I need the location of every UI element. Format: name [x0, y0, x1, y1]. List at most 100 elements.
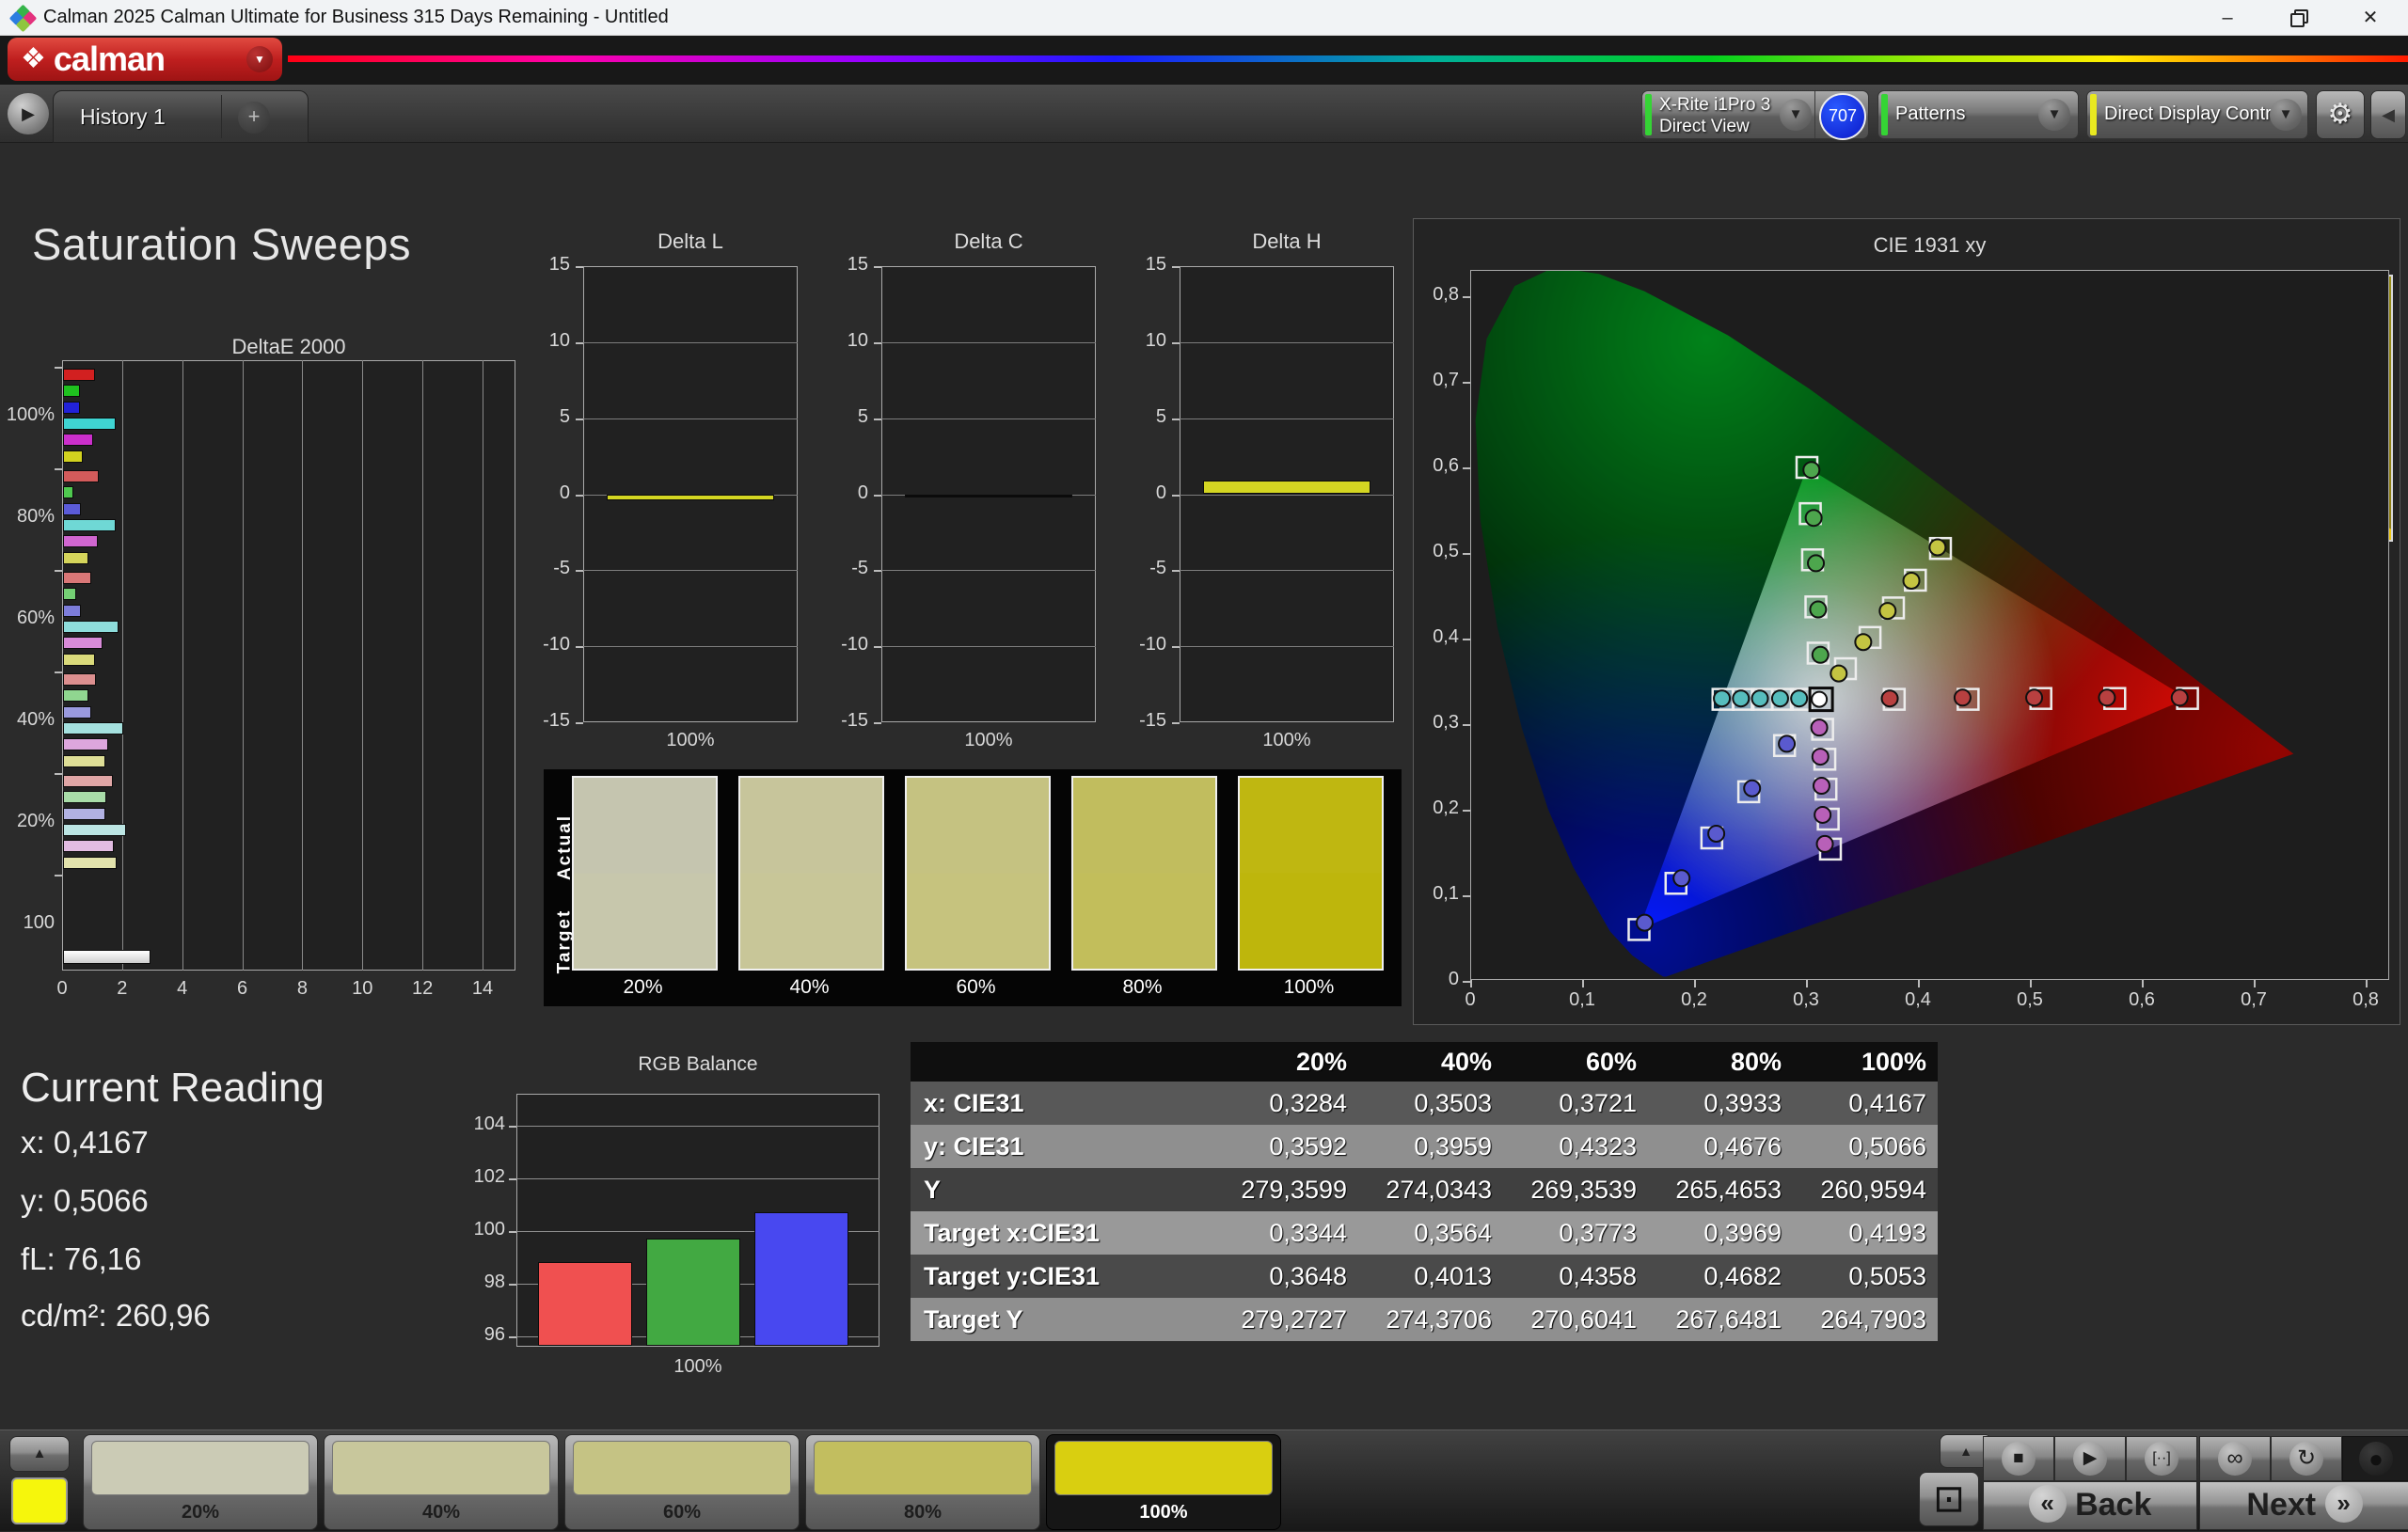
swatch-label: 100% — [1238, 976, 1380, 999]
y-tick-label: 0 — [525, 482, 570, 504]
calman-menu-button[interactable]: ❖ calman ▼ — [8, 38, 282, 81]
y-tick — [509, 1178, 516, 1180]
chevron-down-icon[interactable]: ▼ — [2270, 99, 2302, 131]
meter-badge-cell: 707 — [1814, 91, 1868, 138]
chevron-down-icon[interactable]: ▼ — [1780, 99, 1812, 131]
y-tick-label: 0,8 — [1414, 284, 1459, 306]
measured-marker-blue — [1708, 826, 1724, 842]
pattern-label: 80% — [806, 1502, 1039, 1524]
y-tick-label: 0,1 — [1414, 883, 1459, 905]
grid-line — [362, 360, 363, 971]
refresh-icon: ↻ — [2289, 1442, 2323, 1476]
y-tick-label: 104 — [462, 1113, 505, 1135]
close-button[interactable]: ✕ — [2349, 0, 2392, 36]
measured-marker-blue — [1744, 781, 1760, 797]
swatch-label: 60% — [905, 976, 1047, 999]
deltaC-chart-title: Delta C — [881, 229, 1096, 254]
table-value-cell: 0,3284 — [1213, 1089, 1358, 1118]
record-button[interactable]: ● — [2342, 1436, 2408, 1481]
y-tick — [576, 570, 583, 572]
stop-button[interactable]: ■ — [1983, 1436, 2054, 1481]
bar — [63, 637, 103, 649]
pattern-window-icon[interactable]: ⊡ — [1919, 1472, 1979, 1526]
back-button[interactable]: « Back — [1983, 1481, 2197, 1530]
pattern-button-60%[interactable]: 60% — [564, 1434, 800, 1530]
measured-marker-yellow — [1855, 634, 1871, 650]
next-button[interactable]: Next » — [2199, 1481, 2408, 1530]
display-control-dropdown[interactable]: Direct Display Control ▼ — [2086, 90, 2308, 139]
grid-line — [182, 360, 183, 971]
add-tab-button[interactable]: + — [238, 102, 270, 134]
meter-status-badge[interactable]: 707 — [1819, 93, 1866, 140]
x-tick-label: 0,1 — [1554, 989, 1610, 1011]
bar — [63, 824, 126, 836]
pattern-label: 40% — [325, 1502, 558, 1524]
bar — [905, 495, 1072, 498]
color-swatch-100% — [1238, 776, 1384, 971]
patterns-dropdown[interactable]: Patterns ▼ — [1877, 90, 2079, 139]
table-value-cell: 0,4676 — [1648, 1132, 1793, 1161]
meter-dropdown[interactable]: X-Rite i1Pro 3 Direct View ▼ 707 — [1641, 90, 1869, 139]
loop-button[interactable]: ∞ — [2199, 1436, 2271, 1481]
table-row-label: x: CIE31 — [911, 1089, 1213, 1118]
deltae-chart-title: DeltaE 2000 — [62, 335, 515, 359]
measured-marker-red — [1882, 690, 1898, 706]
play-button[interactable]: ▶ — [2054, 1436, 2126, 1481]
patterns-accent — [1881, 94, 1888, 135]
x-tick-label: 0,7 — [2226, 989, 2282, 1011]
x-tick — [2254, 980, 2256, 987]
stop-icon: ■ — [2002, 1442, 2036, 1476]
grid-line — [422, 360, 423, 971]
bar-red — [538, 1262, 632, 1346]
y-tick — [576, 495, 583, 497]
refresh-button[interactable]: ↻ — [2271, 1436, 2342, 1481]
table-header-cell: 80% — [1648, 1048, 1793, 1077]
pattern-button-80%[interactable]: 80% — [805, 1434, 1040, 1530]
measured-marker-green — [1813, 647, 1829, 663]
y-tick-label: 5 — [525, 406, 570, 428]
actual-target-swatch-panel: Actual Target 20%40%60%80%100% — [544, 769, 1402, 1006]
color-swatch-40% — [738, 776, 884, 971]
y-tick-label: 10 — [823, 330, 868, 352]
grid-line — [243, 360, 244, 971]
nav-forward-button[interactable]: ▶ — [8, 93, 49, 134]
table-value-cell: 267,6481 — [1648, 1305, 1793, 1335]
y-tick — [576, 722, 583, 724]
grid-line — [583, 342, 798, 343]
minimize-button[interactable]: – — [2206, 0, 2249, 36]
settings-gear-icon[interactable]: ⚙ — [2316, 90, 2365, 139]
y-tick — [1172, 419, 1180, 420]
restore-button[interactable] — [2277, 0, 2321, 36]
y-tick — [874, 266, 881, 268]
collapse-panel-icon[interactable]: ◀ — [2370, 90, 2406, 139]
x-tick-label: 0,4 — [1890, 989, 1946, 1011]
grid-line — [881, 646, 1096, 647]
chevron-down-icon[interactable]: ▼ — [246, 46, 273, 72]
calman-logo-text: calman — [54, 39, 165, 79]
pattern-button-20%[interactable]: 20% — [83, 1434, 318, 1530]
pattern-button-40%[interactable]: 40% — [324, 1434, 559, 1530]
grid-line — [1180, 342, 1394, 343]
chevron-down-icon[interactable]: ▼ — [2038, 99, 2070, 131]
bar — [63, 369, 95, 381]
measured-marker-red — [2172, 689, 2188, 705]
bar — [63, 552, 88, 564]
y-tick — [55, 773, 62, 775]
tab-history-1[interactable]: History 1 + — [53, 90, 309, 143]
y-tick-label: 0 — [823, 482, 868, 504]
y-tick-label: 96 — [462, 1324, 505, 1346]
page-title: Saturation Sweeps — [32, 218, 411, 270]
table-value-cell: 279,3599 — [1213, 1176, 1358, 1205]
table-row: y: CIE310,35920,39590,43230,46760,5066 — [911, 1125, 1938, 1168]
x-tick — [2030, 980, 2032, 987]
measured-marker-cyan — [1772, 690, 1788, 706]
grid-line — [302, 360, 303, 971]
pattern-button-100%[interactable]: 100% — [1046, 1434, 1281, 1530]
y-tick — [1463, 810, 1470, 812]
range-button[interactable]: [··] — [2126, 1436, 2197, 1481]
measured-marker-cyan — [1791, 690, 1807, 706]
swatch-label: 80% — [1071, 976, 1213, 999]
y-tick-label: 0 — [1121, 482, 1166, 504]
x-tick — [1470, 980, 1472, 987]
y-tick-label: -5 — [1121, 558, 1166, 579]
